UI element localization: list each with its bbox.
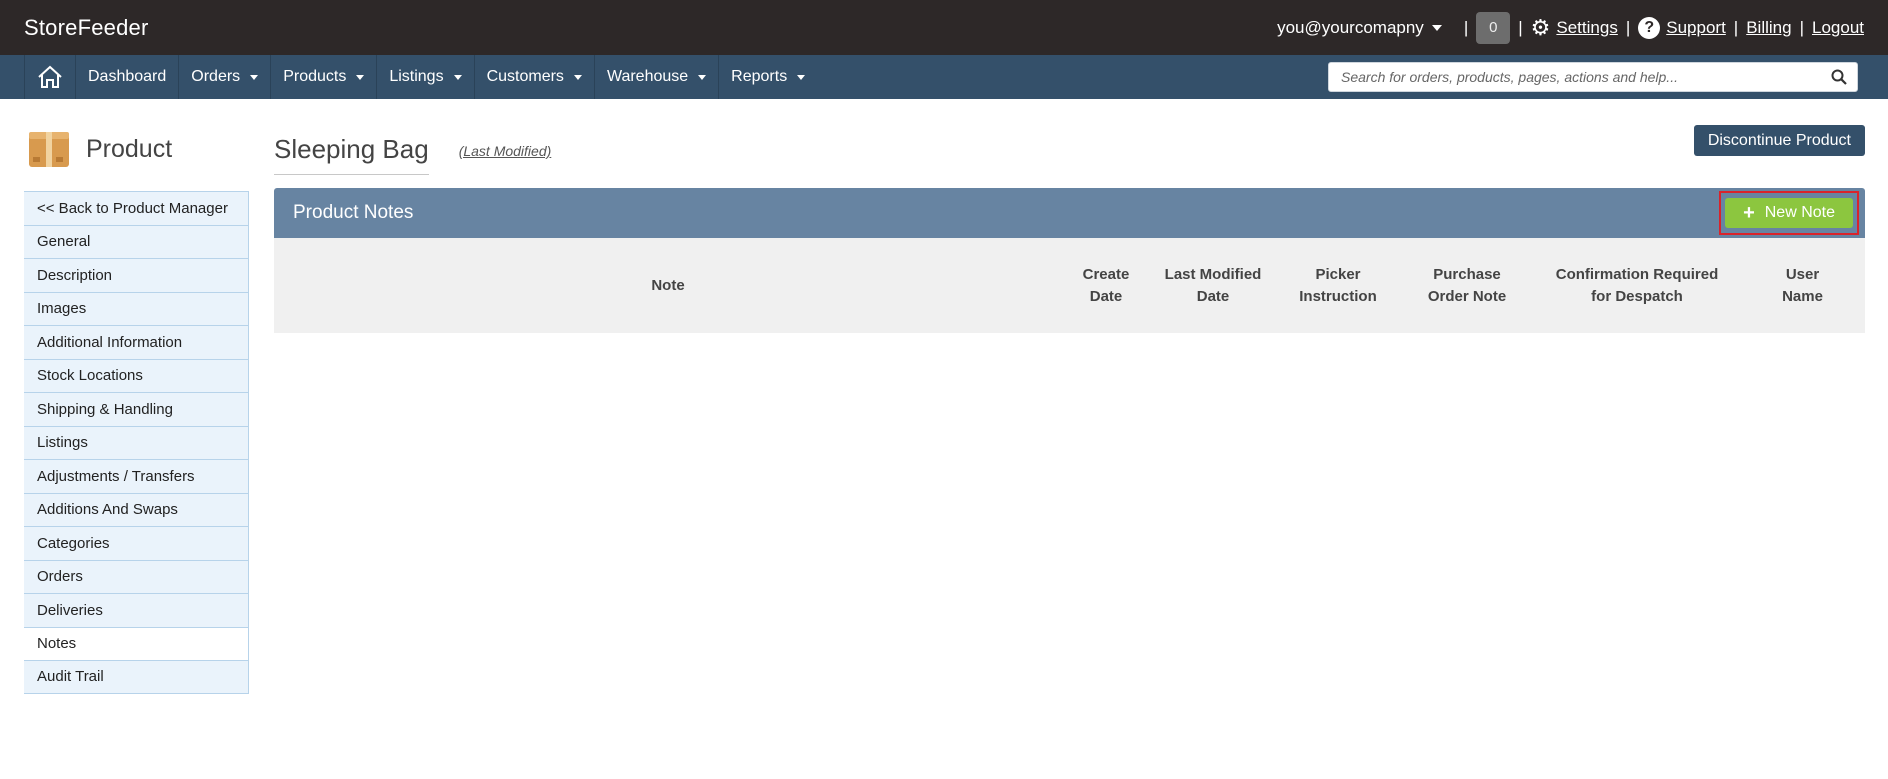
chevron-down-icon bbox=[356, 74, 365, 80]
nav-reports[interactable]: Reports bbox=[719, 55, 817, 99]
nav-listings[interactable]: Listings bbox=[377, 55, 475, 99]
separator: | bbox=[1463, 17, 1469, 37]
sidebar-item-back[interactable]: << Back to Product Manager bbox=[24, 191, 248, 225]
main-panel: Sleeping Bag (Last Modified) Discontinue… bbox=[274, 125, 1865, 333]
separator: | bbox=[1733, 17, 1739, 37]
nav-label: Listings bbox=[389, 68, 444, 85]
sidebar-item-additional-information[interactable]: Additional Information bbox=[24, 325, 248, 359]
billing-link[interactable]: Billing bbox=[1746, 18, 1791, 38]
discontinue-product-button[interactable]: Discontinue Product bbox=[1693, 125, 1865, 156]
table-header-row: Note Create Date Last Modified Date Pick… bbox=[274, 238, 1865, 333]
home-icon bbox=[38, 65, 62, 88]
notes-table: Note Create Date Last Modified Date Pick… bbox=[274, 238, 1865, 333]
column-header-text: Name bbox=[1782, 287, 1823, 305]
sidebar-header: Product bbox=[28, 125, 249, 173]
column-header-picker-instruction[interactable]: Picker Instruction bbox=[1276, 238, 1400, 333]
separator: | bbox=[1518, 17, 1523, 37]
column-header-text: Order Note bbox=[1427, 287, 1507, 305]
chevron-down-icon bbox=[453, 74, 462, 80]
sidebar-item-adjustments-transfers[interactable]: Adjustments / Transfers bbox=[24, 459, 248, 493]
column-header-purchase-order-note[interactable]: Purchase Order Note bbox=[1400, 238, 1534, 333]
panel-title: Product Notes bbox=[293, 202, 414, 223]
sidebar-title: Product bbox=[86, 134, 173, 163]
sidebar-item-audit-trail[interactable]: Audit Trail bbox=[24, 660, 248, 694]
search-icon[interactable] bbox=[1831, 69, 1847, 85]
sidebar-item-categories[interactable]: Categories bbox=[24, 526, 248, 560]
sidebar-item-deliveries[interactable]: Deliveries bbox=[24, 593, 248, 627]
notification-counter[interactable]: 0 bbox=[1476, 11, 1511, 44]
sidebar-item-shipping-handling[interactable]: Shipping & Handling bbox=[24, 392, 248, 426]
column-header-confirmation-required[interactable]: Confirmation Required for Despatch bbox=[1534, 238, 1740, 333]
nav-label: Customers bbox=[486, 68, 564, 85]
chevron-down-icon bbox=[573, 74, 582, 80]
product-name: Sleeping Bag bbox=[274, 134, 429, 175]
main-nav: Dashboard Orders Products Listings Custo… bbox=[0, 55, 1888, 99]
gear-icon[interactable]: ⚙ bbox=[1531, 16, 1551, 39]
column-header-text: Note bbox=[651, 276, 685, 294]
new-note-label: New Note bbox=[1764, 204, 1835, 221]
column-header-text: Last Modified bbox=[1164, 265, 1262, 283]
column-header-create-date[interactable]: Create Date bbox=[1062, 238, 1150, 333]
user-email: you@yourcomapny bbox=[1277, 17, 1424, 37]
nav-customers[interactable]: Customers bbox=[475, 55, 595, 99]
chevron-down-icon bbox=[250, 74, 259, 80]
sidebar-item-notes[interactable]: Notes bbox=[24, 626, 248, 660]
column-header-note[interactable]: Note bbox=[274, 238, 1062, 333]
product-box-icon bbox=[29, 132, 69, 167]
home-button[interactable] bbox=[24, 55, 76, 99]
separator: | bbox=[1625, 17, 1631, 37]
search-input[interactable] bbox=[1339, 68, 1831, 86]
sidebar-item-description[interactable]: Description bbox=[24, 258, 248, 292]
nav-label: Warehouse bbox=[606, 68, 689, 85]
product-notes-panel: Product Notes + New Note Note Create Dat… bbox=[274, 188, 1865, 333]
column-header-text: Create bbox=[1082, 265, 1130, 283]
nav-warehouse[interactable]: Warehouse bbox=[595, 55, 720, 99]
account-area: you@yourcomapny | 0 | ⚙ Settings | ? Sup… bbox=[1277, 11, 1864, 44]
column-header-text: Date bbox=[1089, 287, 1123, 305]
global-search bbox=[1328, 62, 1858, 92]
chevron-down-icon bbox=[1431, 24, 1442, 31]
nav-label: Products bbox=[283, 68, 347, 85]
sidebar-item-additions-swaps[interactable]: Additions And Swaps bbox=[24, 492, 248, 526]
column-header-text: Picker bbox=[1315, 265, 1361, 283]
column-header-text: User bbox=[1785, 265, 1820, 283]
content-area: Product << Back to Product Manager Gener… bbox=[0, 99, 1888, 779]
product-sidebar: Product << Back to Product Manager Gener… bbox=[24, 125, 249, 694]
column-header-text: Confirmation Required bbox=[1555, 265, 1719, 283]
chevron-down-icon bbox=[698, 74, 707, 80]
sidebar-item-images[interactable]: Images bbox=[24, 291, 248, 325]
nav-orders[interactable]: Orders bbox=[179, 55, 272, 99]
nav-label: Orders bbox=[191, 68, 241, 85]
logout-link[interactable]: Logout bbox=[1812, 18, 1864, 38]
new-note-button[interactable]: + New Note bbox=[1725, 198, 1853, 228]
user-menu[interactable]: you@yourcomapny bbox=[1277, 18, 1442, 38]
column-header-text: Instruction bbox=[1299, 287, 1377, 305]
sidebar-item-general[interactable]: General bbox=[24, 224, 248, 258]
last-modified-link[interactable]: (Last Modified) bbox=[459, 143, 552, 159]
column-header-user-name[interactable]: User Name bbox=[1740, 238, 1865, 333]
sidebar-menu: << Back to Product Manager General Descr… bbox=[24, 191, 249, 694]
sidebar-item-stock-locations[interactable]: Stock Locations bbox=[24, 358, 248, 392]
support-link[interactable]: Support bbox=[1666, 18, 1726, 38]
sidebar-item-listings[interactable]: Listings bbox=[24, 425, 248, 459]
nav-label: Dashboard bbox=[88, 68, 167, 85]
column-header-text: Purchase bbox=[1433, 265, 1501, 283]
plus-icon: + bbox=[1743, 202, 1755, 224]
help-icon[interactable]: ? bbox=[1638, 16, 1661, 39]
panel-header: Product Notes + New Note bbox=[274, 188, 1865, 238]
nav-label: Reports bbox=[731, 68, 788, 85]
nav-products[interactable]: Products bbox=[271, 55, 378, 99]
column-header-text: Date bbox=[1196, 287, 1230, 305]
brand-logo[interactable]: StoreFeeder bbox=[24, 15, 149, 41]
column-header-text: for Despatch bbox=[1591, 287, 1683, 305]
highlight-box: + New Note bbox=[1719, 191, 1859, 235]
separator: | bbox=[1799, 17, 1804, 37]
settings-link[interactable]: Settings bbox=[1556, 18, 1617, 38]
title-row: Sleeping Bag (Last Modified) bbox=[274, 125, 1865, 175]
chevron-down-icon bbox=[797, 74, 806, 80]
sidebar-item-orders[interactable]: Orders bbox=[24, 559, 248, 593]
top-bar: StoreFeeder you@yourcomapny | 0 | ⚙ Sett… bbox=[0, 0, 1888, 55]
nav-dashboard[interactable]: Dashboard bbox=[76, 55, 180, 99]
column-header-last-modified[interactable]: Last Modified Date bbox=[1150, 238, 1276, 333]
